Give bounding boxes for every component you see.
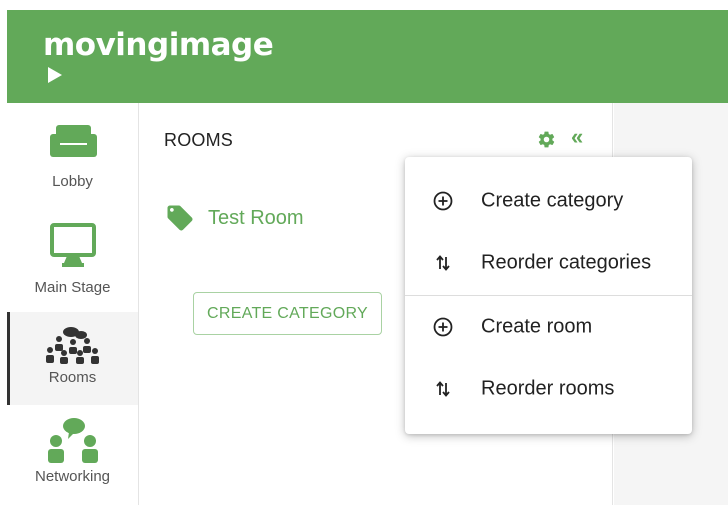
sidebar-item-label: Main Stage <box>34 279 111 296</box>
reorder-icon <box>436 381 450 397</box>
menu-item-reorder-categories[interactable]: Reorder categories <box>405 233 692 293</box>
reorder-icon <box>436 255 450 271</box>
sidebar-item-networking[interactable]: Networking <box>7 411 138 505</box>
sidebar-item-label: Networking <box>34 468 111 485</box>
menu-item-label: Reorder categories <box>481 251 652 274</box>
menu-item-label: Create category <box>481 189 624 212</box>
double-chevron-left-icon[interactable]: « <box>571 126 583 148</box>
sidebar-item-label: Lobby <box>52 173 93 190</box>
active-indicator <box>7 312 10 405</box>
group-chat-icon <box>46 327 99 364</box>
sidebar-item-rooms[interactable]: Rooms <box>7 312 138 405</box>
people-chat-icon <box>48 418 98 463</box>
menu-divider <box>405 295 692 296</box>
menu-item-create-category[interactable]: Create category <box>405 171 692 231</box>
logo-text: movingimage <box>43 27 274 63</box>
panel-title: ROOMS <box>164 130 234 150</box>
tag-icon <box>167 205 193 231</box>
menu-item-label: Reorder rooms <box>481 377 615 400</box>
room-item[interactable]: Test Room <box>165 203 304 233</box>
brand-logo[interactable]: movingimage <box>43 27 274 83</box>
sofa-icon <box>50 125 97 157</box>
add-circle-icon <box>433 317 453 337</box>
menu-item-reorder-rooms[interactable]: Reorder rooms <box>405 359 692 419</box>
sidebar-nav: Lobby Main Stage Rooms Networking <box>7 103 139 505</box>
menu-item-create-room[interactable]: Create room <box>405 297 692 357</box>
app-header: movingimage <box>7 10 728 103</box>
monitor-icon <box>50 223 96 267</box>
add-circle-icon <box>433 191 453 211</box>
settings-menu: Create category Reorder categories Creat… <box>405 157 692 434</box>
menu-item-label: Create room <box>481 315 593 338</box>
room-name: Test Room <box>208 206 304 229</box>
gear-icon[interactable] <box>537 130 556 149</box>
play-icon <box>48 67 62 83</box>
sidebar-item-main-stage[interactable]: Main Stage <box>7 213 138 305</box>
sidebar-item-label: Rooms <box>48 369 97 386</box>
sidebar-item-lobby[interactable]: Lobby <box>7 103 138 201</box>
create-category-button[interactable]: CREATE CATEGORY <box>193 292 382 335</box>
